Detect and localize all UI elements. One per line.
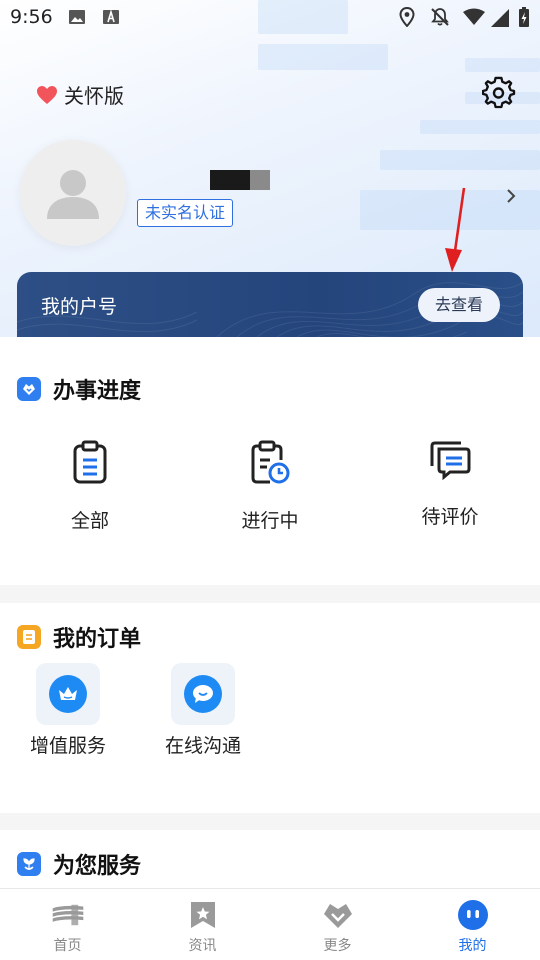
clipboard-clock-icon xyxy=(251,440,290,484)
value-added-services-label: 增值服务 xyxy=(29,735,106,757)
progress-all-label: 全部 xyxy=(70,510,109,532)
orders-section-title: 我的订单 xyxy=(17,621,141,653)
bottom-tab-bar: 首页 资讯 更多 我的 xyxy=(0,888,540,960)
signal-icon xyxy=(491,9,509,27)
chat-smile-icon xyxy=(193,685,213,703)
document-icon xyxy=(17,625,41,649)
verify-status-badge[interactable]: 未实名认证 xyxy=(137,199,234,227)
crown-icon xyxy=(59,687,77,700)
image-icon xyxy=(69,10,85,24)
account-card[interactable]: 我的户号 去查看 xyxy=(17,272,523,337)
progress-all[interactable]: 全部 xyxy=(30,440,150,533)
progress-to-review-label: 待评价 xyxy=(421,506,479,528)
home-icon xyxy=(52,904,83,926)
online-chat[interactable]: 在线沟通 xyxy=(143,663,263,758)
tab-more[interactable]: 更多 xyxy=(270,889,405,960)
username-redacted xyxy=(210,170,270,190)
tab-home-label: 首页 xyxy=(53,938,82,954)
progress-to-review[interactable]: 待评价 xyxy=(390,440,510,529)
diamond-heart-icon xyxy=(17,377,41,401)
leaf-service-icon xyxy=(17,852,41,876)
online-chat-label: 在线沟通 xyxy=(164,735,241,757)
progress-ongoing-label: 进行中 xyxy=(241,510,299,532)
settings-gear-icon[interactable] xyxy=(482,76,516,110)
chevron-right-icon[interactable] xyxy=(504,186,518,206)
tab-more-label: 更多 xyxy=(323,938,352,954)
tab-news[interactable]: 资讯 xyxy=(135,889,270,960)
care-mode-toggle[interactable]: 关怀版 xyxy=(36,80,124,109)
tab-mine-label: 我的 xyxy=(458,938,487,954)
status-time: 9:56 xyxy=(10,6,53,28)
progress-section-title: 办事进度 xyxy=(17,373,141,405)
tab-mine[interactable]: 我的 xyxy=(405,889,540,960)
account-card-label: 我的户号 xyxy=(41,296,118,318)
user-face-icon xyxy=(457,900,488,930)
tab-home[interactable]: 首页 xyxy=(0,889,135,960)
bookmark-star-icon xyxy=(190,902,215,928)
tab-news-label: 资讯 xyxy=(188,938,217,954)
location-icon xyxy=(399,7,415,27)
clipboard-list-icon xyxy=(73,440,107,484)
user-placeholder-icon xyxy=(47,170,99,219)
status-bar: 9:56 xyxy=(0,0,540,36)
notifications-off-icon xyxy=(431,8,449,26)
annotation-arrow xyxy=(445,187,466,272)
services-section-title: 为您服务 xyxy=(17,848,141,880)
heart-icon xyxy=(37,85,57,104)
battery-charging-icon xyxy=(519,7,529,27)
progress-ongoing[interactable]: 进行中 xyxy=(210,440,330,533)
diamond-heart-grey-icon xyxy=(323,904,352,928)
value-added-services[interactable]: 增值服务 xyxy=(8,663,128,758)
view-account-button[interactable]: 去查看 xyxy=(418,288,500,322)
wifi-icon xyxy=(463,8,485,25)
services-section: 为您服务 xyxy=(0,830,540,890)
message-stack-icon xyxy=(430,441,471,480)
care-mode-label: 关怀版 xyxy=(64,84,124,108)
avatar[interactable] xyxy=(20,140,126,246)
font-icon xyxy=(103,9,119,24)
